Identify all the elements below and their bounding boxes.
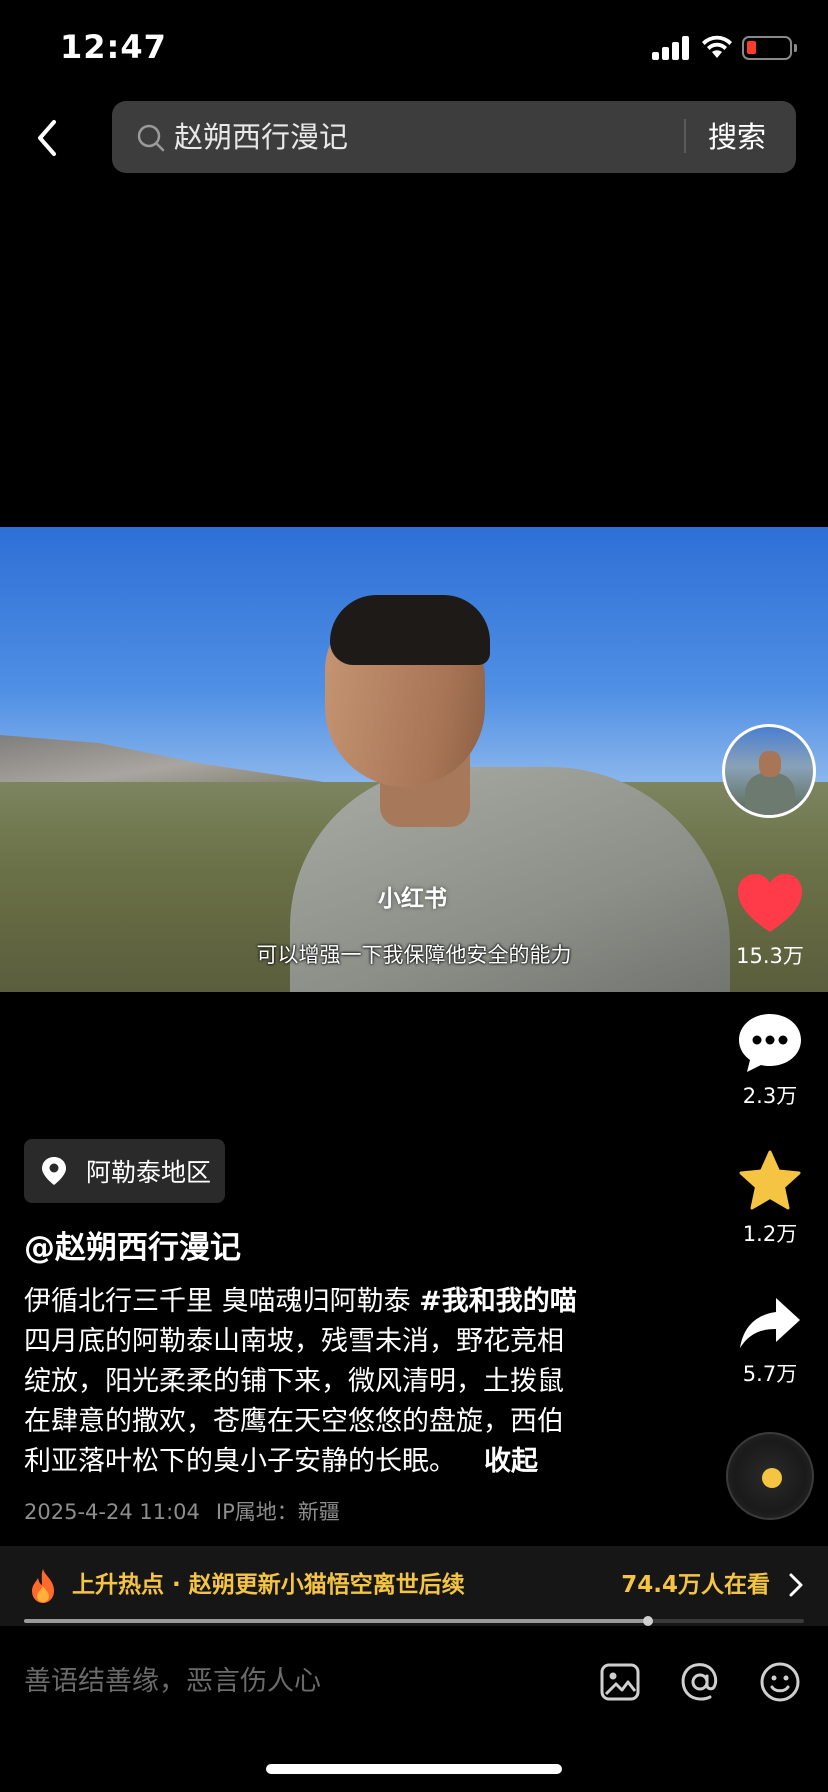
like-button[interactable]: 15.3万 — [722, 872, 818, 970]
chevron-right-icon — [789, 1573, 803, 1597]
desc-text: 利亚落叶松下的臭小子安静的长眠。 — [24, 1446, 456, 1477]
location-label: 阿勒泰地区 — [86, 1158, 212, 1187]
home-indicator[interactable] — [266, 1764, 562, 1774]
search-bar[interactable]: 赵朔西行漫记 搜索 — [112, 101, 796, 173]
avatar-face — [759, 751, 781, 777]
location-tag[interactable]: 阿勒泰地区 — [24, 1139, 226, 1203]
video-progress-knob[interactable] — [643, 1616, 653, 1626]
share-icon — [740, 1298, 800, 1348]
search-divider — [684, 119, 686, 153]
video-person-hair — [330, 595, 490, 665]
status-time: 12:47 — [60, 28, 167, 66]
avatar-body — [745, 773, 795, 815]
desc-line: 利亚落叶松下的臭小子安静的长眠。 收起 — [24, 1442, 644, 1482]
collapse-button[interactable]: 收起 — [484, 1446, 538, 1477]
search-icon — [137, 124, 165, 152]
back-button[interactable] — [26, 112, 70, 164]
star-icon — [739, 1150, 801, 1210]
hashtag-link[interactable]: #我和我的喵 — [419, 1286, 577, 1317]
comment-count: 2.3万 — [742, 1084, 798, 1108]
status-bar: 12:47 — [0, 0, 828, 100]
share-count: 5.7万 — [742, 1362, 798, 1386]
like-count: 15.3万 — [736, 944, 804, 968]
desc-line: 伊循北行三千里 臭喵魂归阿勒泰 #我和我的喵 — [24, 1282, 644, 1322]
post-description: 伊循北行三千里 臭喵魂归阿勒泰 #我和我的喵 四月底的阿勒泰山南坡，残雪未消，野… — [24, 1282, 644, 1482]
cellular-signal-icon — [652, 36, 692, 60]
favorite-count: 1.2万 — [742, 1222, 798, 1246]
at-icon[interactable] — [678, 1660, 722, 1704]
battery-icon — [742, 36, 797, 60]
share-button[interactable]: 5.7万 — [722, 1296, 818, 1388]
hot-viewers: 74.4万人在看 — [621, 1572, 770, 1598]
desc-line: 在肆意的撒欢，苍鹰在天空悠悠的盘旋，西伯 — [24, 1406, 564, 1437]
search-button[interactable]: 搜索 — [708, 117, 766, 157]
music-disc[interactable] — [726, 1432, 814, 1520]
video-watermark: 小红书 — [378, 886, 447, 912]
hot-topic-text: 上升热点 · 赵朔更新小猫悟空离世后续 — [72, 1572, 465, 1598]
favorite-button[interactable]: 1.2万 — [722, 1150, 818, 1248]
comment-icon — [739, 1014, 801, 1072]
wifi-icon — [702, 35, 732, 58]
author-avatar[interactable] — [722, 724, 816, 818]
video-progress-fill — [24, 1619, 648, 1623]
post-meta: 2025-4-24 11:04 IP属地：新疆 — [24, 1496, 340, 1526]
hot-topic-bar[interactable]: 上升热点 · 赵朔更新小猫悟空离世后续 74.4万人在看 — [0, 1546, 828, 1626]
video-player[interactable]: 小红书 可以增强一下我保障他安全的能力 — [0, 527, 828, 992]
author-name[interactable]: @赵朔西行漫记 — [24, 1222, 241, 1267]
desc-line: 绽放，阳光柔柔的铺下来，微风清明，土拨鼠 — [24, 1366, 564, 1397]
heart-icon — [738, 874, 802, 932]
search-input[interactable]: 赵朔西行漫记 — [174, 117, 348, 157]
desc-text: 伊循北行三千里 臭喵魂归阿勒泰 — [24, 1286, 420, 1317]
location-pin-icon — [42, 1157, 66, 1185]
post-date: 2025-4-24 11:04 — [24, 1500, 200, 1524]
comment-button[interactable]: 2.3万 — [722, 1012, 818, 1110]
video-subtitle: 可以增强一下我保障他安全的能力 — [256, 943, 572, 967]
video-progress-bar[interactable] — [24, 1616, 804, 1626]
desc-line: 四月底的阿勒泰山南坡，残雪未消，野花竞相 — [24, 1326, 564, 1357]
comment-input[interactable]: 善语结善缘，恶言伤人心 — [24, 1662, 321, 1702]
ip-location: IP属地：新疆 — [215, 1500, 340, 1524]
image-icon[interactable] — [598, 1660, 642, 1704]
battery-level — [747, 41, 756, 54]
music-disc-center — [762, 1468, 782, 1488]
fire-icon — [32, 1569, 54, 1603]
emoji-icon[interactable] — [758, 1660, 802, 1704]
